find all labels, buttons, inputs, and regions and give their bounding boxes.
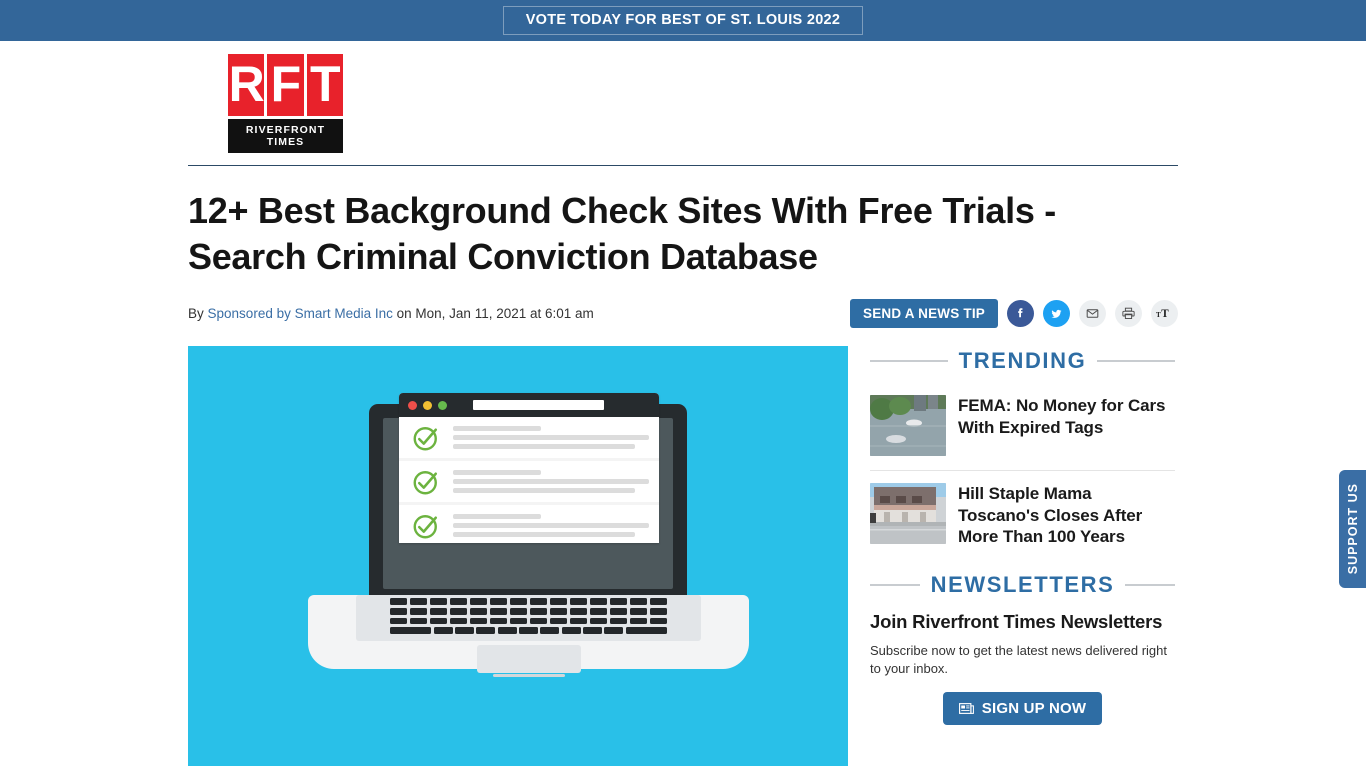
rft-logo[interactable]: R F T RIVERFRONT TIMES — [228, 53, 343, 153]
laptop-base-illustration — [308, 595, 749, 677]
browser-window-illustration — [399, 393, 659, 543]
window-minimize-dot — [423, 400, 432, 410]
trending-item[interactable]: Hill Staple Mama Toscano's Closes After … — [870, 470, 1175, 562]
logo-letter-r: R — [228, 53, 265, 116]
trending-item-title: FEMA: No Money for Cars With Expired Tag… — [958, 396, 1166, 437]
trending-thumbnail — [870, 483, 946, 544]
newsletter-signup-button[interactable]: SIGN UP NOW — [942, 691, 1103, 725]
support-us-tab[interactable]: SUPPORT US — [1339, 470, 1366, 588]
byline: By Sponsored by Smart Media Inc on Mon, … — [188, 306, 594, 321]
share-bar: SEND A NEWS TIP T T — [849, 298, 1178, 328]
logo-letter-t: T — [306, 53, 343, 116]
newspaper-icon — [958, 702, 974, 714]
check-circle-icon — [413, 426, 438, 450]
content-columns: TRENDING FEMA: No Money for Cars With Ex… — [188, 346, 1178, 766]
checklist-row — [399, 505, 659, 543]
logo-letter-blocks: R F T — [228, 53, 343, 116]
heading-rule-left — [870, 583, 920, 586]
logo-wordmark: RIVERFRONT TIMES — [228, 118, 343, 153]
page: R F T RIVERFRONT TIMES 12+ Best Backgrou… — [0, 41, 1366, 766]
article-main-column — [188, 346, 848, 766]
svg-text:T: T — [1161, 307, 1169, 319]
newsletters-heading: NEWSLETTERS — [870, 571, 1176, 598]
send-news-tip-button[interactable]: SEND A NEWS TIP — [849, 298, 998, 328]
sidebar: TRENDING FEMA: No Money for Cars With Ex… — [870, 346, 1176, 766]
newsletters-heading-label: NEWSLETTERS — [930, 571, 1115, 597]
checklist-text-lines — [453, 470, 649, 493]
text-line — [453, 479, 649, 484]
newsletter-signup-wrapper: SIGN UP NOW — [870, 691, 1175, 725]
article-header: 12+ Best Background Check Sites With Fre… — [188, 166, 1178, 330]
newsletter-description: Subscribe now to get the latest news del… — [870, 642, 1168, 676]
browser-titlebar — [399, 393, 659, 417]
text-line — [453, 426, 542, 431]
laptop-base-lip — [493, 674, 565, 677]
facebook-icon[interactable] — [1007, 299, 1034, 327]
twitter-icon[interactable] — [1043, 299, 1070, 327]
checklist-text-lines — [453, 514, 649, 537]
window-maximize-dot — [438, 400, 447, 410]
trending-item-title: Hill Staple Mama Toscano's Closes After … — [958, 484, 1143, 546]
logo-letter-f: F — [267, 53, 304, 116]
check-circle-icon — [413, 470, 438, 494]
hero-image — [188, 346, 848, 766]
laptop-trackpad — [477, 645, 581, 673]
text-size-icon[interactable]: T T — [1151, 299, 1178, 327]
text-line — [453, 470, 542, 475]
checklist-row — [399, 461, 659, 502]
browser-url-bar — [473, 400, 604, 410]
trending-item[interactable]: FEMA: No Money for Cars With Expired Tag… — [870, 387, 1175, 470]
byline-date: on Mon, Jan 11, 2021 at 6:01 am — [396, 305, 594, 321]
checklist-row — [399, 417, 659, 458]
newsletter-subheading: Join Riverfront Times Newsletters — [870, 610, 1163, 632]
print-icon[interactable] — [1115, 299, 1142, 327]
page-title: 12+ Best Background Check Sites With Fre… — [188, 190, 1056, 277]
text-line — [453, 532, 636, 537]
checklist-text-lines — [453, 426, 649, 449]
heading-rule-left — [870, 360, 948, 362]
text-line — [453, 488, 636, 493]
check-circle-icon — [413, 514, 438, 538]
trending-heading-label: TRENDING — [958, 348, 1087, 373]
newsletter-signup-label: SIGN UP NOW — [981, 699, 1087, 717]
trending-thumbnail — [870, 395, 946, 456]
masthead: R F T RIVERFRONT TIMES — [188, 41, 1178, 165]
email-icon[interactable] — [1079, 299, 1106, 327]
article-meta-row: By Sponsored by Smart Media Inc on Mon, … — [188, 296, 1178, 330]
laptop-keyboard — [390, 598, 667, 635]
trending-heading: TRENDING — [870, 348, 1176, 374]
page-container: R F T RIVERFRONT TIMES 12+ Best Backgrou… — [188, 41, 1178, 766]
support-us-label: SUPPORT US — [1345, 483, 1360, 575]
window-close-dot — [408, 400, 417, 410]
vote-best-of-stl-button[interactable]: VOTE TODAY FOR BEST OF ST. LOUIS 2022 — [502, 6, 864, 35]
text-line — [453, 444, 636, 449]
text-line — [453, 523, 649, 528]
heading-rule-right — [1097, 360, 1176, 362]
byline-prefix: By — [188, 305, 204, 321]
heading-rule-right — [1125, 583, 1176, 586]
text-line — [453, 435, 649, 440]
promo-banner: VOTE TODAY FOR BEST OF ST. LOUIS 2022 — [0, 0, 1366, 41]
svg-text:T: T — [1156, 310, 1161, 318]
byline-author-link[interactable]: Sponsored by Smart Media Inc — [208, 306, 393, 321]
text-line — [453, 514, 542, 519]
